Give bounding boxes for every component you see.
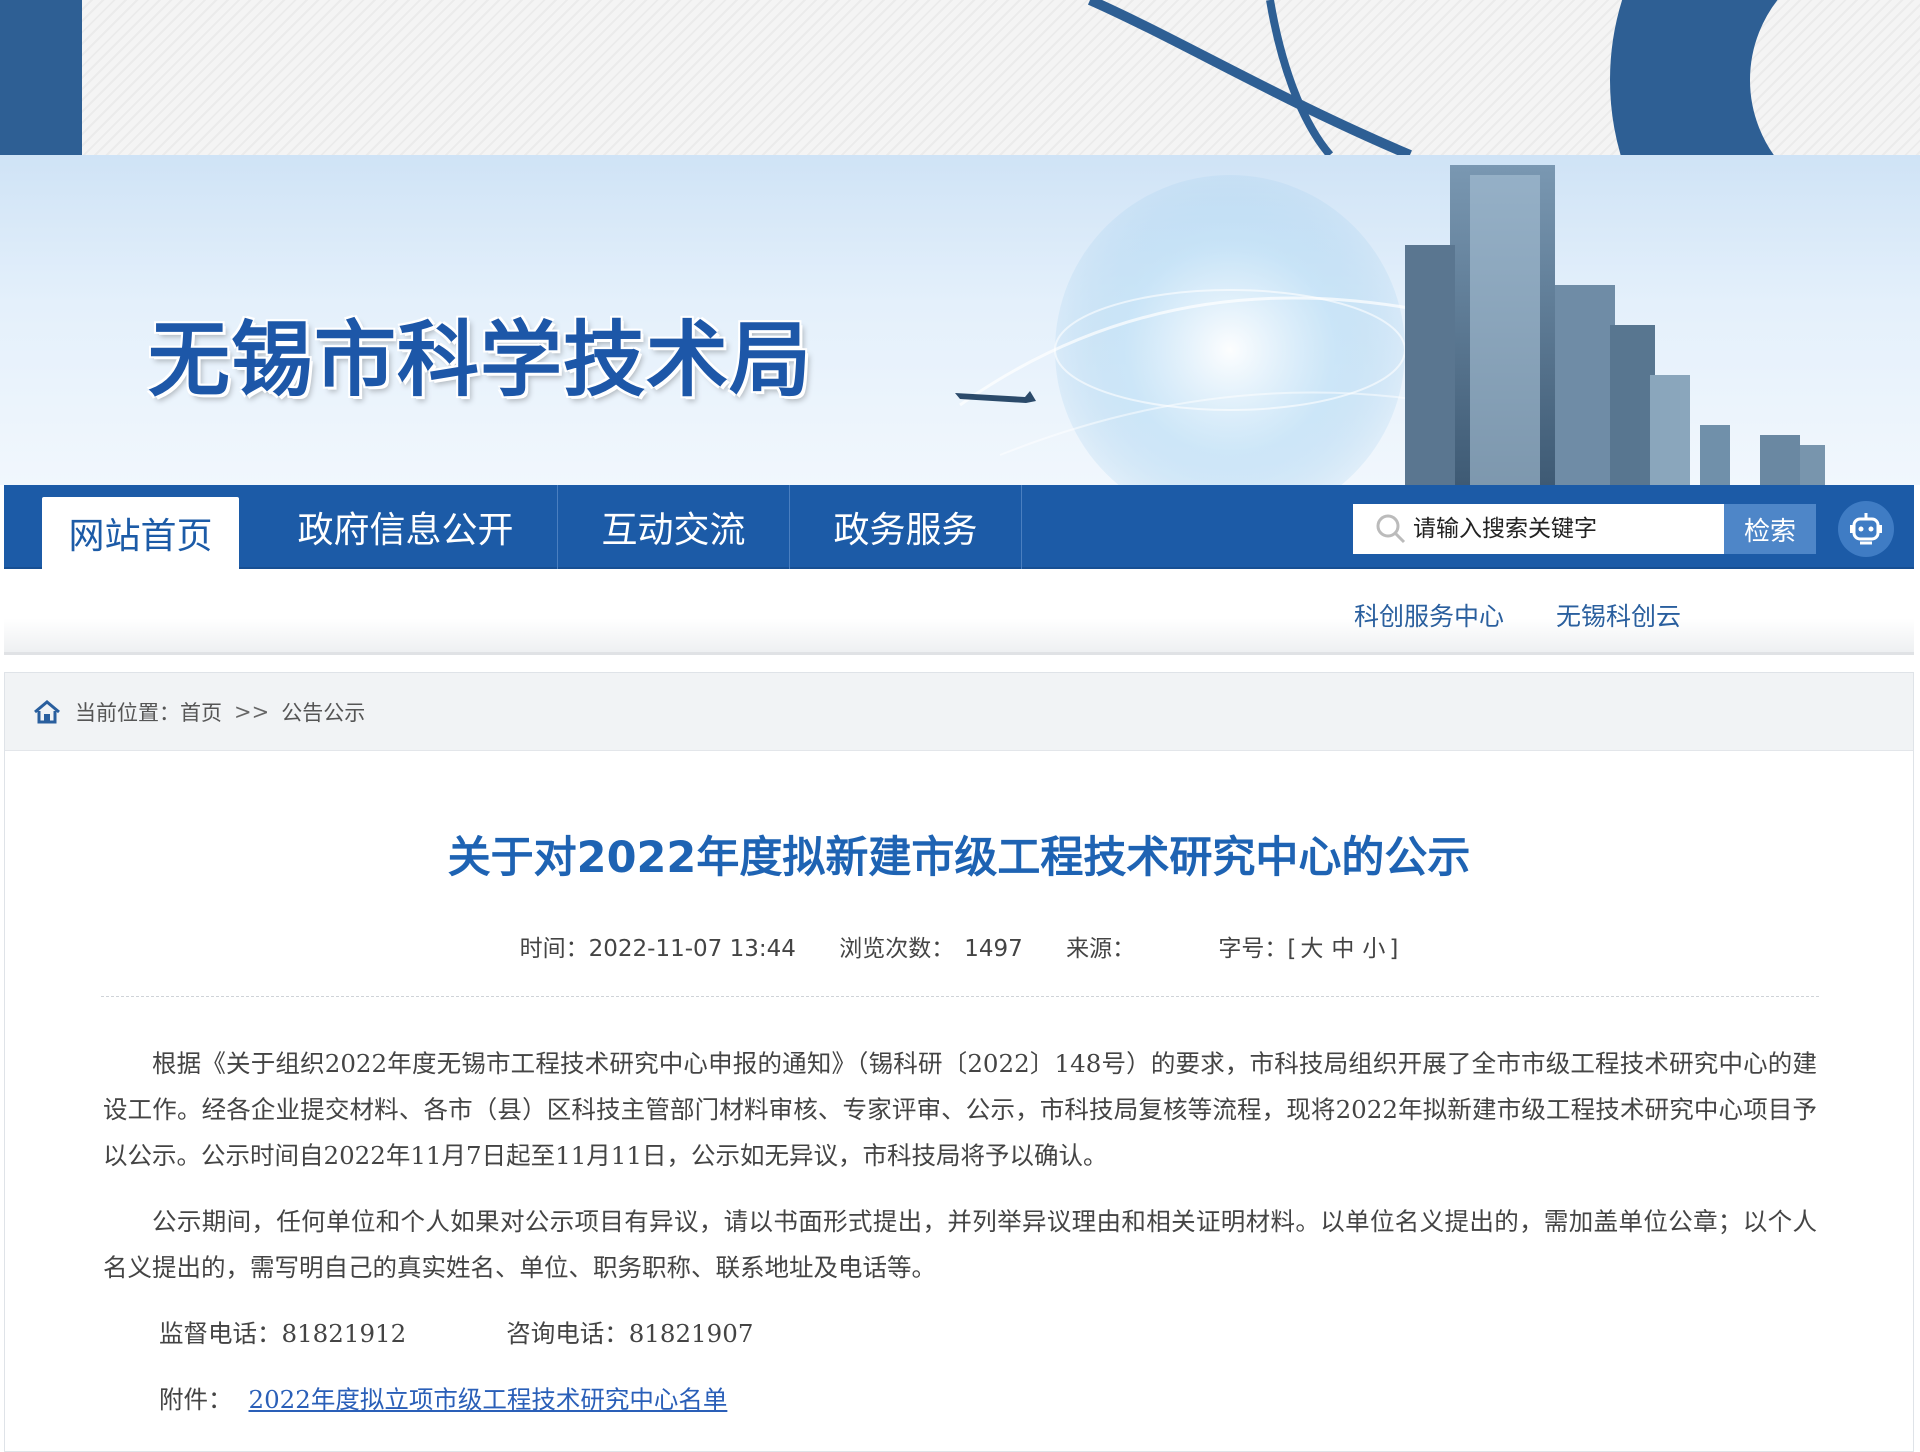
article-paragraph: 公示期间，任何单位和个人如果对公示项目有异议，请以书面形式提出，并列举异议理由和… xyxy=(103,1207,1817,1282)
nav-item-services[interactable]: 政务服务 xyxy=(790,485,1022,569)
contact-phones: 监督电话：81821912 咨询电话：81821907 xyxy=(103,1311,1817,1357)
content-panel: 当前位置： 首页 >> 公告公示 关于对2022年度拟新建市级工程技术研究中心的… xyxy=(4,672,1914,1452)
meta-views: 浏览次数： 1497 xyxy=(839,936,1023,962)
article-title: 关于对2022年度拟新建市级工程技术研究中心的公示 xyxy=(447,833,1471,883)
meta-divider xyxy=(101,996,1819,997)
site-banner: 无锡市科学技术局 xyxy=(0,155,1920,485)
link-wuxi-innovation-cloud[interactable]: 无锡科创云 xyxy=(1556,597,1681,633)
article-paragraph: 根据《关于组织2022年度无锡市工程技术研究中心申报的通知》（锡科研〔2022〕… xyxy=(103,1049,1817,1170)
meta-font-open: [ xyxy=(1287,936,1297,962)
meta-font-label: 字号： xyxy=(1218,936,1288,962)
search-button[interactable]: 检索 xyxy=(1724,504,1816,554)
meta-source-label: 来源： xyxy=(1066,936,1136,962)
meta-time-label: 时间： xyxy=(519,936,589,962)
breadcrumb-home-link[interactable]: 首页 xyxy=(180,697,222,727)
top-decor-strip xyxy=(0,0,1920,155)
article-body: 根据《关于组织2022年度无锡市工程技术研究中心申报的通知》（锡科研〔2022〕… xyxy=(103,1041,1817,1443)
font-size-medium-button[interactable]: 中 xyxy=(1331,936,1354,962)
site-title: 无锡市科学技术局 xyxy=(148,313,813,408)
meta-views-label: 浏览次数： xyxy=(839,936,955,962)
breadcrumb: 当前位置： 首页 >> 公告公示 xyxy=(5,673,1913,751)
meta-time-value: 2022-11-07 13:44 xyxy=(588,936,796,962)
search-input[interactable] xyxy=(1413,505,1713,553)
consult-phone: 咨询电话：81821907 xyxy=(506,1319,754,1348)
search-icon xyxy=(1369,504,1413,554)
sub-links-bar: 科创服务中心 无锡科创云 xyxy=(4,569,1914,655)
breadcrumb-separator: >> xyxy=(234,699,270,724)
main-nav: 网站首页 政府信息公开 互动交流 政务服务 检索 xyxy=(4,485,1914,569)
article-meta: 时间：2022-11-07 13:44 浏览次数： 1497 来源： 字号：[大中… xyxy=(5,929,1913,963)
supervise-phone: 监督电话：81821912 xyxy=(159,1319,407,1348)
breadcrumb-prefix: 当前位置： xyxy=(75,700,180,725)
nav-item-home[interactable]: 网站首页 xyxy=(42,497,239,569)
font-size-large-button[interactable]: 大 xyxy=(1300,936,1323,962)
meta-views-value: 1497 xyxy=(964,936,1023,962)
nav-item-interaction[interactable]: 互动交流 xyxy=(558,485,790,569)
breadcrumb-current-link[interactable]: 公告公示 xyxy=(281,697,365,727)
attachment-label: 附件： xyxy=(159,1385,233,1414)
meta-time: 时间：2022-11-07 13:44 xyxy=(520,936,796,962)
font-size-small-button[interactable]: 小 xyxy=(1362,936,1385,962)
meta-font-size: 字号：[大中小] xyxy=(1218,936,1398,962)
home-icon xyxy=(33,699,61,724)
attachment-row: 附件： 2022年度拟立项市级工程技术研究中心名单 xyxy=(103,1377,1817,1423)
nav-item-gov-info[interactable]: 政府信息公开 xyxy=(254,485,558,569)
link-innovation-service-center[interactable]: 科创服务中心 xyxy=(1354,597,1504,633)
search-box xyxy=(1353,504,1725,554)
decor-arcs xyxy=(1087,0,1778,155)
meta-source: 来源： xyxy=(1066,936,1175,962)
attachment-link[interactable]: 2022年度拟立项市级工程技术研究中心名单 xyxy=(249,1385,728,1414)
meta-font-close: ] xyxy=(1389,936,1399,962)
robot-icon[interactable] xyxy=(1838,501,1894,557)
